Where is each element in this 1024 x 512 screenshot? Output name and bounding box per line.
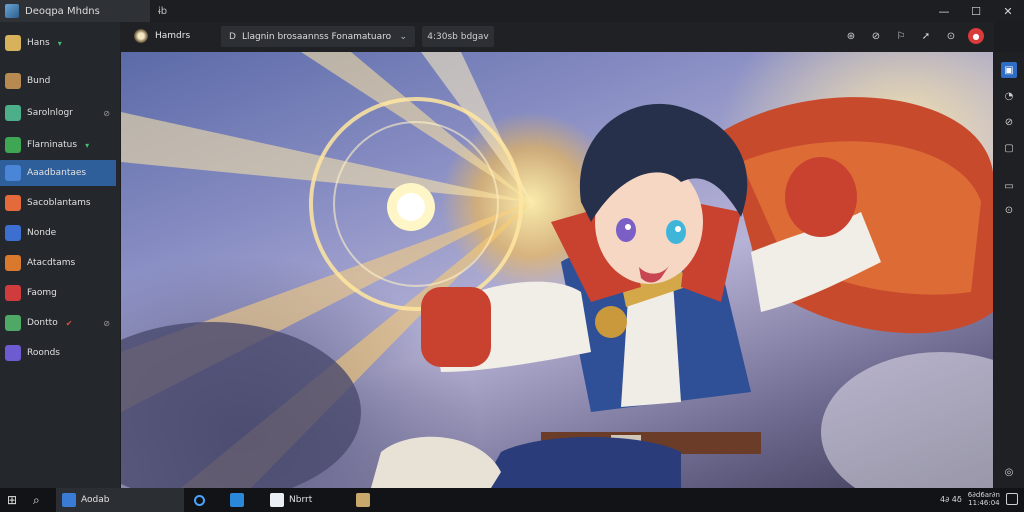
window-title: Deoqpa Mhdns <box>25 5 100 17</box>
sidebar-item-label: Sacoblantams <box>27 198 91 208</box>
sidebar-item-8[interactable]: Faomg <box>0 280 116 306</box>
sidebar-aux-icon[interactable]: ⊘ <box>103 109 110 118</box>
block-icon[interactable]: ⊘ <box>868 28 884 44</box>
app-window-icon <box>62 493 76 507</box>
sidebar-item-label: Hans <box>27 38 50 48</box>
record-icon[interactable]: ● <box>968 28 984 44</box>
sidebar-aux-icon[interactable]: ⊘ <box>103 319 110 328</box>
taskbar: ⊞ ⌕ Aodab Nbrrt 4∂ 4δ 6∂d6ar∂n 11:46:04 <box>0 488 1024 512</box>
project-dropdown[interactable]: D Llagnin brosaannss Fonamatuaro ⌄ <box>221 26 415 47</box>
app-logo-icon <box>5 4 19 18</box>
document-icon[interactable]: ▢ <box>1001 140 1017 156</box>
taskbar-app2[interactable]: Nbrrt <box>270 492 312 508</box>
app-window: Deoqpa Mhdns ɨb — ☐ ✕ Hans ▾ Bund Sarolnlog… <box>0 0 1024 488</box>
sidebar-item-1[interactable]: Bund <box>0 68 116 94</box>
sidebar-item-label: Bund <box>27 76 51 86</box>
sidebar-item-label: Atacdtams <box>27 258 76 268</box>
maximize-button[interactable]: ☐ <box>960 0 992 22</box>
clock-time: 11:46:04 <box>968 499 1000 507</box>
sidebar-item-10[interactable]: Roonds <box>0 340 116 366</box>
chevron-down-icon: ⌄ <box>399 31 407 42</box>
image-canvas[interactable] <box>121 52 993 488</box>
bundle-icon <box>5 73 21 89</box>
taskbar-app-label: Aodab <box>81 495 110 505</box>
sidebar-item-label: Roonds <box>27 348 60 358</box>
cube-icon <box>5 315 21 331</box>
taskbar-explorer[interactable] <box>356 492 370 508</box>
close-button[interactable]: ✕ <box>992 0 1024 22</box>
sidebar-item-5[interactable]: Sacoblantams <box>0 190 116 216</box>
clock[interactable]: 6∂d6ar∂n 11:46:04 <box>968 491 1000 507</box>
notification-icon[interactable] <box>1006 493 1018 505</box>
breadcrumb[interactable]: Hamdrs <box>134 29 190 43</box>
sidebar: Hans ▾ Bund Sarolnlogr ⊘ Flarninatus ▾ Aaadbant… <box>0 22 120 488</box>
store-icon <box>230 493 244 507</box>
filter-icon[interactable]: ⊘ <box>1001 114 1017 130</box>
sheet-icon <box>5 137 21 153</box>
sidebar-badge: ✔ <box>65 318 73 328</box>
flag-icon <box>5 285 21 301</box>
title-bar: Deoqpa Mhdns ɨb — ☐ ✕ <box>0 0 1024 22</box>
share-icon[interactable]: ➚ <box>918 28 934 44</box>
settings-icon[interactable]: ⊙ <box>1001 202 1017 218</box>
sidebar-item-label: Aaadbantaes <box>27 168 87 178</box>
layers-icon[interactable]: ⊛ <box>843 28 859 44</box>
system-tray: 4∂ 4δ 6∂d6ar∂n 11:46:04 <box>940 491 1018 507</box>
sidebar-badge: ▾ <box>85 140 90 150</box>
search-icon: ⌕ <box>33 492 40 507</box>
clock-date: 6∂d6ar∂n <box>967 491 1000 499</box>
title-block: Deoqpa Mhdns <box>0 0 150 22</box>
sidebar-item-9[interactable]: Dontto ✔ ⊘ <box>0 310 116 336</box>
tray-status[interactable]: 4∂ 4δ <box>940 495 962 504</box>
sidebar-item-3[interactable]: Flarninatus ▾ <box>0 132 116 158</box>
right-icon-bar: ▣ ◔ ⊘ ▢ ▭ ⊙ ◎ <box>994 52 1024 488</box>
sidebar-item-label: Sarolnlogr <box>27 108 73 118</box>
doc-icon <box>5 195 21 211</box>
sidebar-item-label: Nonde <box>27 228 57 238</box>
folder-icon <box>356 493 370 507</box>
taskbar-app-active[interactable]: Aodab <box>62 492 109 508</box>
taskbar-app2-label: Nbrrt <box>289 495 313 505</box>
ball-icon <box>5 255 21 271</box>
image-icon <box>5 345 21 361</box>
title-tab[interactable]: ɨb <box>158 6 167 17</box>
search-button[interactable]: ⌕ <box>33 492 40 508</box>
sidebar-item-label: Flarninatus <box>27 140 78 150</box>
dropdown-doc-icon: D <box>229 31 236 42</box>
sidebar-item-4[interactable]: Aaadbantaes <box>0 160 116 186</box>
clock-icon[interactable]: ⊙ <box>943 28 959 44</box>
circle-icon <box>194 494 205 506</box>
minimize-button[interactable]: — <box>928 0 960 22</box>
help-icon[interactable]: ◎ <box>1001 464 1017 480</box>
toolbar-icons: ⊛ ⊘ ⚐ ➚ ⊙ ● <box>843 28 984 44</box>
home-icon <box>5 35 21 51</box>
start-button[interactable]: ⊞ <box>7 492 17 508</box>
sidebar-item-2[interactable]: Sarolnlogr ⊘ <box>0 100 116 126</box>
sidebar-item-6[interactable]: Nonde <box>0 220 116 246</box>
sidebar-item-label: Dontto <box>27 318 58 328</box>
sidebar-item-7[interactable]: Atacdtams <box>0 250 116 276</box>
panel-image-icon[interactable]: ▣ <box>1001 62 1017 78</box>
anime-hero-artwork <box>121 52 993 488</box>
windows-icon: ⊞ <box>7 493 18 507</box>
top-toolbar: Hamdrs D Llagnin brosaannss Fonamatuaro … <box>120 22 994 52</box>
window-icon <box>5 225 21 241</box>
dropdown-value: Llagnin brosaannss Fonamatuaro <box>241 31 392 42</box>
taskbar-store[interactable] <box>230 492 244 508</box>
flag-icon[interactable]: ⚐ <box>893 28 909 44</box>
info-chip-button[interactable]: 4:30sb bdgav <box>422 26 494 47</box>
panel-icon[interactable]: ▭ <box>1001 178 1017 194</box>
tag-icon <box>5 105 21 121</box>
color-icon[interactable]: ◔ <box>1001 88 1017 104</box>
sidebar-badge: ▾ <box>57 38 62 48</box>
monitor-icon <box>5 165 21 181</box>
hamburger-avatar-icon <box>134 29 148 43</box>
taskbar-cortana[interactable] <box>194 492 205 508</box>
sidebar-item-0[interactable]: Hans ▾ <box>0 30 116 56</box>
window-controls: — ☐ ✕ <box>928 0 1024 22</box>
sidebar-item-label: Faomg <box>27 288 57 298</box>
file-icon <box>270 493 284 507</box>
breadcrumb-label: Hamdrs <box>155 31 191 41</box>
